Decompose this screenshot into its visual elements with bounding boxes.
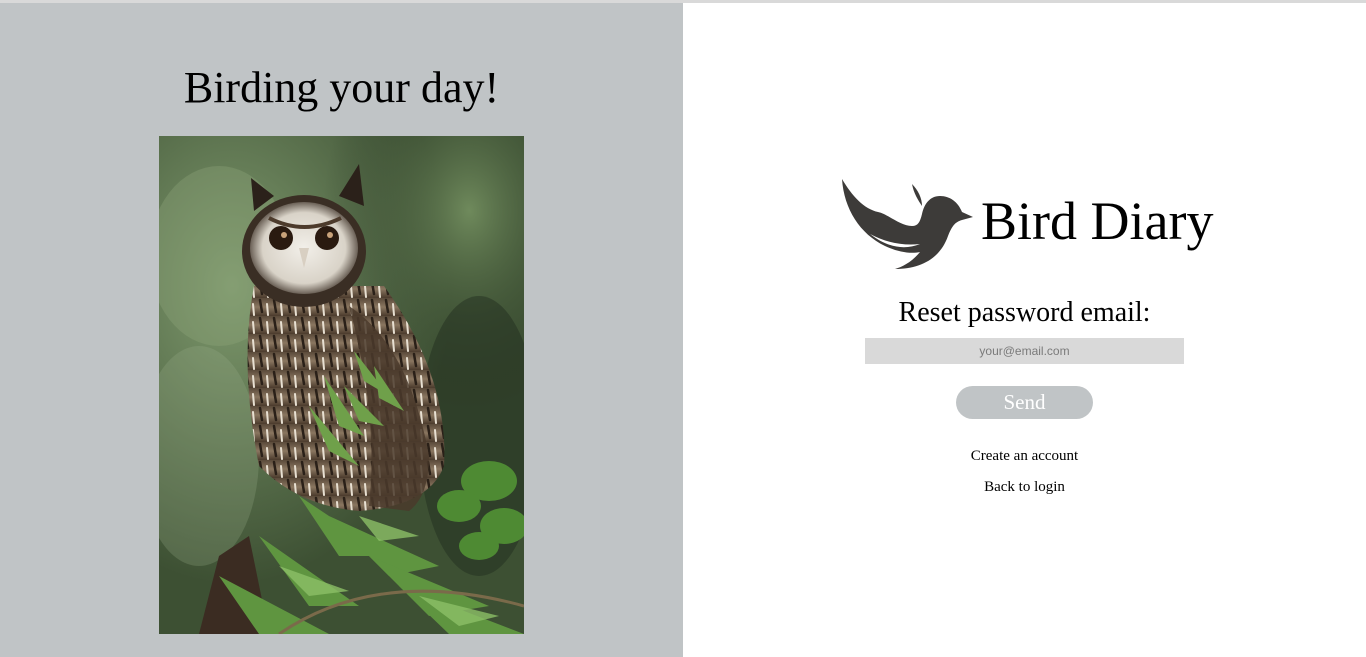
back-to-login-link[interactable]: Back to login bbox=[683, 478, 1366, 496]
email-input[interactable] bbox=[865, 338, 1184, 364]
bird-icon bbox=[842, 178, 973, 269]
send-button[interactable]: Send bbox=[956, 386, 1093, 419]
brand-name: Bird Diary bbox=[981, 191, 1214, 251]
reset-panel: Bird Diary Reset password email: Send Cr… bbox=[683, 3, 1366, 657]
page: Birding your day! Bird Diary Reset passw… bbox=[0, 3, 1366, 657]
hero-panel: Birding your day! bbox=[0, 3, 683, 657]
hero-tagline: Birding your day! bbox=[183, 63, 500, 112]
brand: Bird Diary bbox=[840, 171, 1213, 271]
owl-photo bbox=[159, 136, 524, 634]
reset-email-label: Reset password email: bbox=[898, 297, 1151, 328]
create-account-link[interactable]: Create an account bbox=[683, 447, 1366, 465]
